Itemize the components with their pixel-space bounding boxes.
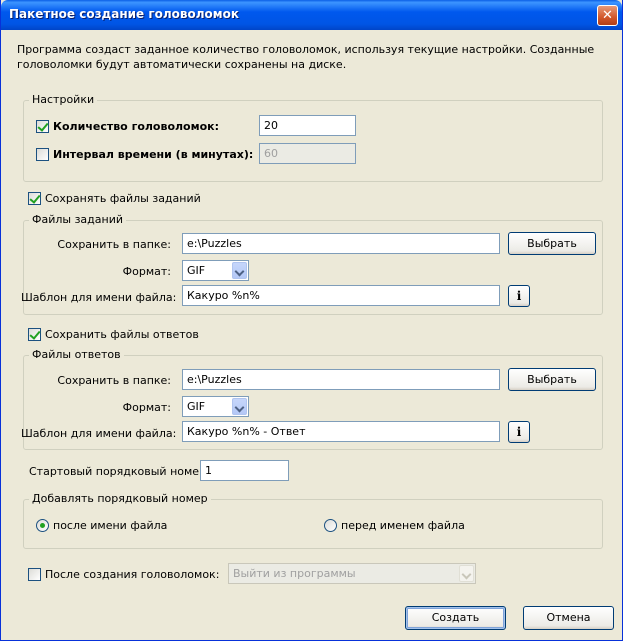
task-format-label: Формат: — [122, 265, 171, 278]
interval-input[interactable]: 60 — [259, 143, 356, 164]
interval-label: Интервал времени (в минутах): — [53, 148, 254, 161]
settings-legend: Настройки — [29, 93, 98, 106]
task-folder-label: Сохранить в папке: — [57, 238, 171, 251]
chevron-down-icon[interactable] — [232, 262, 247, 279]
answer-template-input[interactable]: Какуро %n% - Ответ — [182, 421, 500, 442]
task-template-label: Шаблон для имени файла: — [21, 291, 177, 304]
answer-format-label: Формат: — [122, 401, 171, 414]
save-tasks-label: Сохранять файлы заданий — [45, 192, 201, 205]
numbering-legend: Добавлять порядковый номер — [29, 492, 211, 505]
answer-format-select[interactable]: GIF — [182, 396, 249, 417]
answer-template-label: Шаблон для имени файла: — [21, 427, 177, 440]
save-answers-label: Сохранить файлы ответов — [45, 328, 199, 341]
task-format-select[interactable]: GIF — [182, 260, 249, 281]
chevron-down-icon[interactable] — [459, 565, 474, 582]
count-checkbox[interactable] — [36, 120, 49, 133]
answer-folder-input[interactable]: e:\Puzzles — [182, 369, 500, 390]
start-number-input[interactable]: 1 — [200, 460, 289, 481]
cancel-button[interactable]: Отмена — [523, 606, 614, 630]
after-creation-label: После создания головоломок: — [45, 568, 220, 581]
radio-after-filename-label: после имени файла — [53, 519, 168, 532]
title-bar[interactable]: Пакетное создание головоломок ✕ — [1, 0, 622, 30]
close-icon: ✕ — [602, 8, 613, 23]
after-creation-select[interactable]: Выйти из программы — [228, 563, 476, 584]
create-button[interactable]: Создать — [405, 606, 506, 630]
answer-folder-label: Сохранить в папке: — [57, 374, 171, 387]
after-creation-value: Выйти из программы — [233, 567, 356, 580]
count-label: Количество головоломок: — [53, 120, 220, 133]
save-tasks-checkbox[interactable] — [28, 192, 41, 205]
radio-before-filename-label: перед именем файла — [341, 519, 465, 532]
task-browse-button[interactable]: Выбрать — [508, 232, 596, 255]
answer-template-info-button[interactable]: i — [508, 421, 530, 443]
close-button[interactable]: ✕ — [597, 5, 618, 26]
radio-after-filename[interactable] — [36, 519, 49, 532]
save-answers-checkbox[interactable] — [28, 328, 41, 341]
answer-browse-button[interactable]: Выбрать — [508, 368, 596, 391]
chevron-down-icon[interactable] — [232, 398, 247, 415]
batch-create-dialog: Пакетное создание головоломок ✕ Программ… — [0, 0, 623, 641]
window-title: Пакетное создание головоломок — [9, 7, 239, 21]
info-icon: i — [516, 289, 522, 303]
info-icon: i — [516, 425, 522, 439]
task-folder-input[interactable]: e:\Puzzles — [182, 233, 500, 254]
task-files-legend: Файлы заданий — [29, 213, 126, 226]
start-number-label: Стартовый порядковый номер: — [29, 465, 210, 478]
task-format-value: GIF — [187, 264, 206, 277]
settings-group: Настройки — [23, 93, 603, 182]
count-input[interactable]: 20 — [259, 115, 356, 136]
after-creation-checkbox[interactable] — [28, 568, 41, 581]
dialog-description: Программа создаст заданное количество го… — [17, 43, 595, 71]
task-template-info-button[interactable]: i — [508, 285, 530, 307]
task-template-input[interactable]: Какуро %n% — [182, 285, 500, 306]
interval-checkbox[interactable] — [36, 148, 49, 161]
answer-files-legend: Файлы ответов — [29, 348, 124, 361]
radio-before-filename[interactable] — [324, 519, 337, 532]
answer-format-value: GIF — [187, 400, 206, 413]
